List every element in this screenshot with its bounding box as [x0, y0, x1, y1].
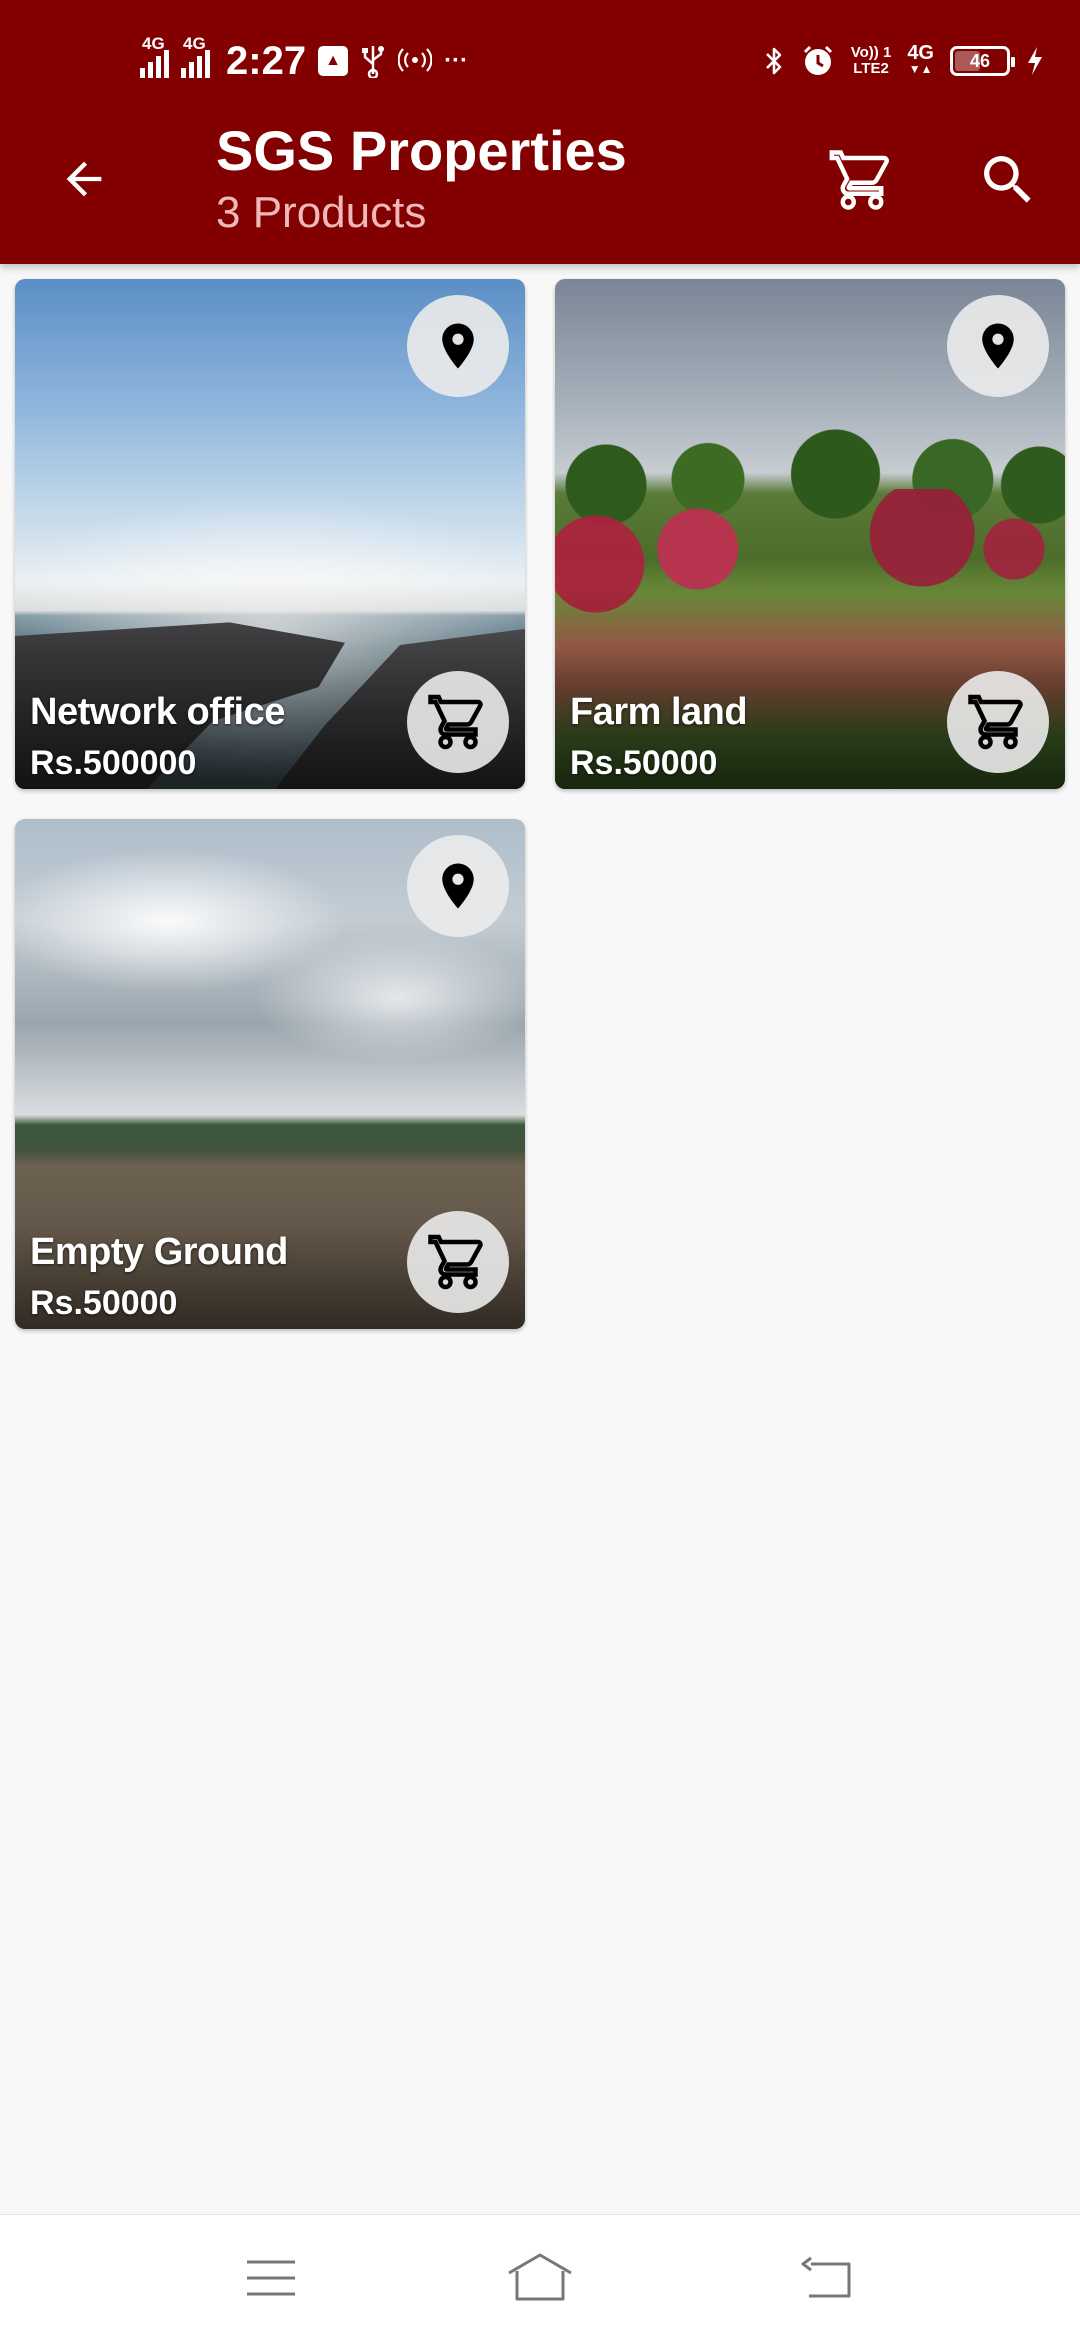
- title-block: SGS Properties 3 Products: [216, 118, 627, 242]
- location-pin-icon: [442, 323, 474, 369]
- add-to-cart-button[interactable]: [947, 671, 1049, 773]
- back-arrow-icon: [66, 161, 102, 197]
- signal-icon: 4G: [181, 34, 210, 78]
- hotspot-icon: [398, 46, 433, 76]
- usb-icon: [360, 44, 386, 78]
- signal-icon: 4G ▼▲: [907, 42, 934, 76]
- product-card[interactable]: Empty Ground Rs.50000: [15, 819, 525, 1329]
- product-name: Network office: [30, 691, 285, 733]
- status-right: Vo)) 1 LTE2 4G ▼▲ 46: [763, 36, 1044, 86]
- product-price: Rs.50000: [570, 744, 718, 782]
- page-subtitle: 3 Products: [216, 188, 427, 237]
- battery-icon: 46: [950, 46, 1015, 76]
- signal-icon: 4G: [140, 34, 169, 78]
- app-notification-icon: ▲: [318, 46, 349, 76]
- location-pin-icon: [442, 863, 474, 909]
- status-left: 4G 4G 2:27 ▲ ···: [140, 34, 469, 86]
- add-to-cart-button[interactable]: [407, 1211, 509, 1313]
- status-time: 2:27: [226, 38, 307, 83]
- product-name: Empty Ground: [30, 1231, 288, 1273]
- location-button[interactable]: [407, 835, 509, 937]
- product-name: Farm land: [570, 691, 748, 733]
- back-button[interactable]: [50, 145, 118, 213]
- location-button[interactable]: [407, 295, 509, 397]
- menu-button[interactable]: [236, 2245, 306, 2311]
- search-button[interactable]: [970, 142, 1046, 218]
- add-to-cart-button[interactable]: [407, 671, 509, 773]
- app-bar: 4G 4G 2:27 ▲ ··· Vo)) 1 LTE2 4G ▼▲ 46 SG…: [0, 0, 1080, 264]
- alarm-icon: [801, 44, 835, 78]
- status-bar: 4G 4G 2:27 ▲ ··· Vo)) 1 LTE2 4G ▼▲ 46: [0, 0, 1080, 118]
- home-icon: [508, 2253, 572, 2301]
- cart-icon: [428, 694, 483, 750]
- cart-icon: [829, 150, 889, 210]
- product-price: Rs.500000: [30, 744, 197, 782]
- back-icon: [801, 2256, 851, 2298]
- back-nav-button[interactable]: [790, 2245, 860, 2311]
- bluetooth-icon: [763, 45, 785, 77]
- product-card[interactable]: Farm land Rs.50000: [555, 279, 1065, 789]
- search-icon: [984, 156, 1031, 203]
- location-pin-icon: [982, 323, 1014, 369]
- volte-indicator: Vo)) 1 LTE2: [850, 44, 892, 77]
- location-button[interactable]: [947, 295, 1049, 397]
- cart-icon: [968, 694, 1023, 750]
- page-title: SGS Properties: [216, 119, 627, 182]
- home-button[interactable]: [505, 2245, 575, 2311]
- cart-icon: [428, 1234, 483, 1290]
- product-price: Rs.50000: [30, 1284, 178, 1322]
- menu-icon: [247, 2260, 295, 2296]
- product-card[interactable]: Network office Rs.500000: [15, 279, 525, 789]
- cart-button[interactable]: [824, 142, 900, 218]
- charging-icon: [1026, 46, 1044, 76]
- more-icon: ···: [444, 47, 469, 74]
- system-nav-bar: [0, 2214, 1080, 2340]
